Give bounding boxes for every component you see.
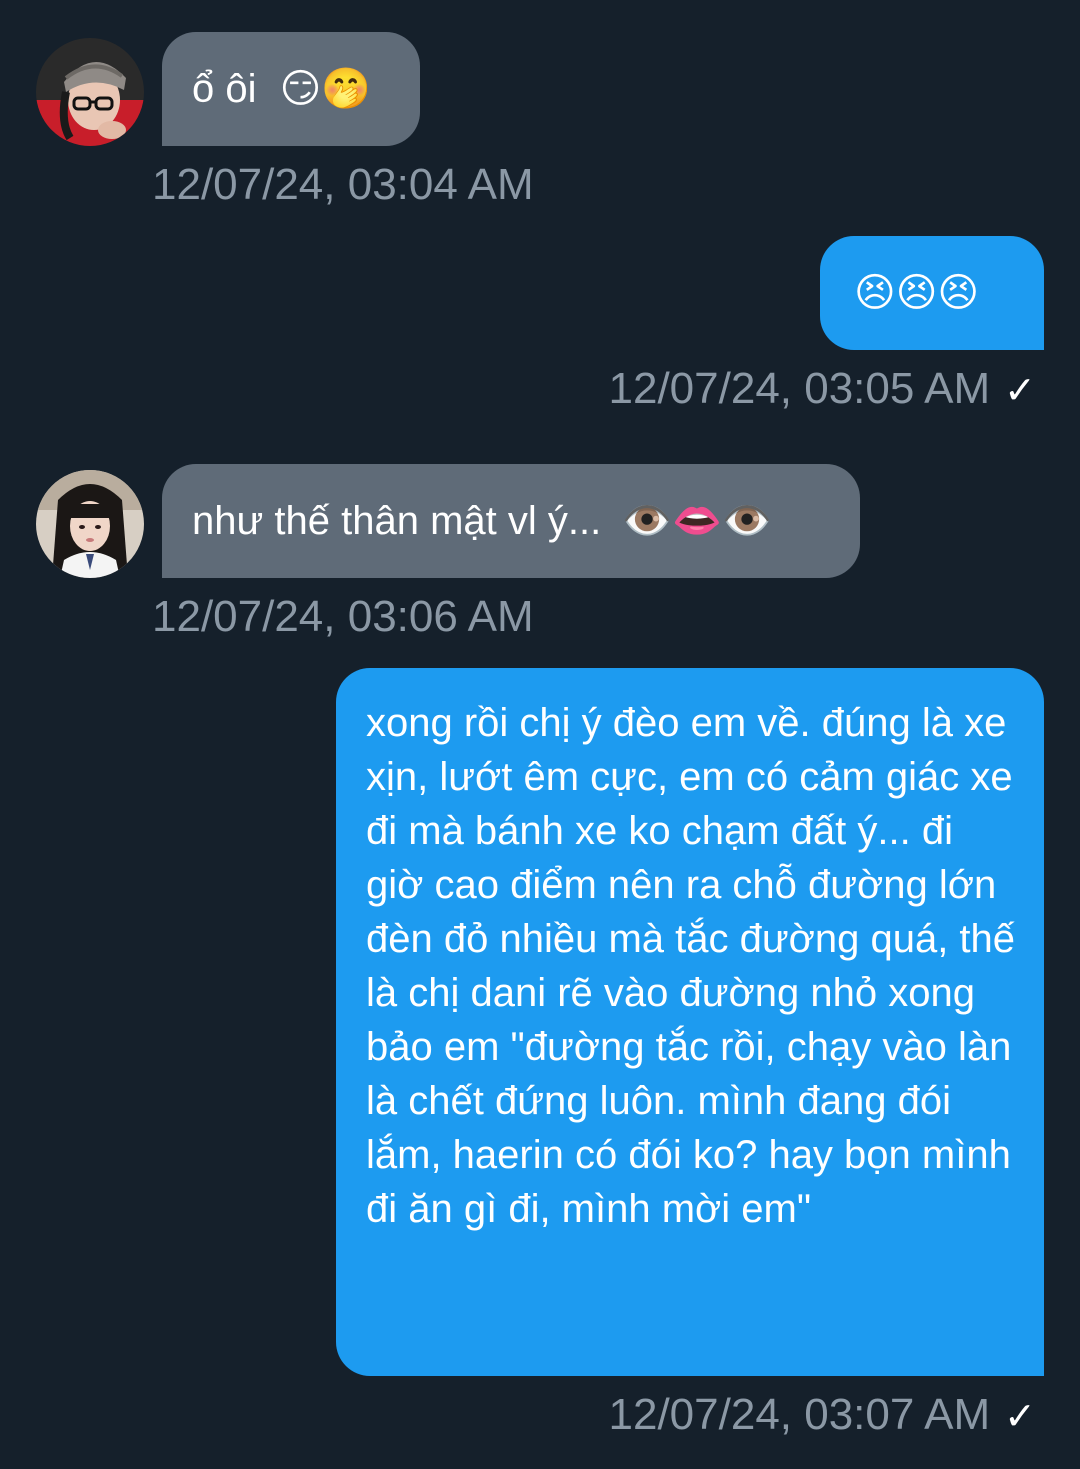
message-bubble-incoming[interactable]: như thế thân mật vl ý... 👁️👄👁️ <box>162 464 860 578</box>
message-emoji: 👁️👄👁️ <box>622 498 772 544</box>
contact-avatar[interactable] <box>36 38 144 146</box>
contact-avatar[interactable] <box>36 470 144 578</box>
message-bubble-incoming[interactable]: ổ ôi 😏🤭 <box>162 32 420 146</box>
message-text: như thế thân mật vl ý... <box>192 499 602 543</box>
avatar-photo-2 <box>36 470 144 578</box>
message-emoji: 😏🤭 <box>279 66 372 112</box>
message-timestamp-row: 12/07/24, 03:07 AM ✓ <box>609 1390 1036 1441</box>
message-text: xong rồi chị ý đèo em về. đúng là xe xịn… <box>366 701 1016 1231</box>
message-emoji: 😣😣😣 <box>854 270 980 316</box>
message-bubble-outgoing[interactable]: 😣😣😣 <box>820 236 1044 350</box>
chat-thread: ổ ôi 😏🤭 12/07/24, 03:04 AM 😣😣😣 12/07/24,… <box>0 0 1080 1469</box>
message-timestamp: 12/07/24, 03:07 AM <box>608 1390 991 1439</box>
message-bubble-outgoing[interactable]: xong rồi chị ý đèo em về. đúng là xe xịn… <box>336 668 1044 1376</box>
message-timestamp: 12/07/24, 03:06 AM <box>152 592 534 641</box>
message-timestamp: 12/07/24, 03:04 AM <box>152 160 534 209</box>
message-timestamp-row: 12/07/24, 03:05 AM ✓ <box>609 364 1036 415</box>
message-timestamp: 12/07/24, 03:05 AM <box>608 364 991 413</box>
avatar-photo-1 <box>36 38 144 146</box>
message-text: ổ ôi <box>192 67 257 111</box>
sent-check-icon: ✓ <box>1004 368 1036 412</box>
sent-check-icon: ✓ <box>1004 1394 1036 1438</box>
